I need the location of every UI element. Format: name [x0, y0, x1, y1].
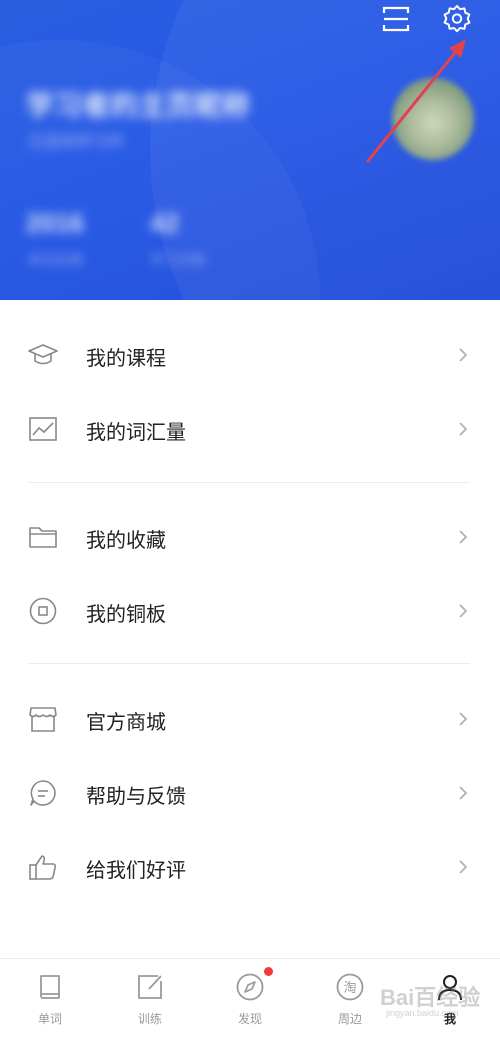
shop-icon: [29, 707, 57, 732]
edit-icon: [138, 975, 162, 999]
user-subtitle: 已坚持学习中: [28, 134, 125, 151]
stat-value[interactable]: 2016: [26, 208, 84, 239]
menu-item-label: 官方商城: [86, 710, 166, 734]
tab-words[interactable]: 单词: [0, 959, 100, 1039]
menu-item-label: 我的课程: [86, 346, 166, 370]
menu-item-label: 我的词汇量: [86, 420, 186, 444]
chart-trend-icon: [29, 417, 57, 441]
graduation-cap-icon: [28, 344, 58, 365]
stat-label: 单词总数: [28, 252, 84, 268]
svg-text:淘: 淘: [343, 981, 356, 996]
book-icon: [40, 975, 60, 999]
chevron-right-icon: [459, 422, 468, 436]
notification-badge: [264, 967, 273, 976]
menu-item-rate-us[interactable]: 给我们好评: [0, 830, 500, 904]
tab-label: 训练: [137, 1012, 162, 1026]
menu-item-help-feedback[interactable]: 帮助与反馈: [0, 756, 500, 830]
settings-gear-icon[interactable]: [442, 4, 472, 34]
menu-item-my-favorites[interactable]: 我的收藏: [0, 500, 500, 574]
menu-item-label: 帮助与反馈: [86, 784, 186, 808]
thumbs-up-icon: [29, 855, 57, 880]
watermark-url: jingyan.baidu.com: [386, 1008, 459, 1018]
stat-value[interactable]: 42: [150, 208, 179, 239]
menu-item-my-courses[interactable]: 我的课程: [0, 318, 500, 392]
taobao-icon: 淘: [336, 973, 364, 1001]
chevron-right-icon: [459, 604, 468, 618]
scan-icon[interactable]: [381, 4, 411, 34]
tab-label: 发现: [237, 1012, 262, 1026]
menu-item-label: 给我们好评: [86, 858, 186, 882]
tab-training[interactable]: 训练: [100, 959, 200, 1039]
chat-bubble-icon: [30, 780, 56, 806]
stat-label: 学习天数: [150, 252, 206, 268]
avatar[interactable]: [392, 78, 474, 160]
folder-icon: [29, 527, 57, 548]
tab-discover[interactable]: 发现: [200, 959, 300, 1039]
menu-item-my-vocabulary[interactable]: 我的词汇量: [0, 392, 500, 466]
chevron-right-icon: [459, 712, 468, 726]
chevron-right-icon: [459, 786, 468, 800]
tab-label: 周边: [337, 1012, 362, 1026]
menu-item-official-store[interactable]: 官方商城: [0, 682, 500, 756]
chevron-right-icon: [459, 530, 468, 544]
chevron-right-icon: [459, 348, 468, 362]
chevron-right-icon: [459, 860, 468, 874]
compass-icon: [236, 973, 264, 1001]
coin-icon: [29, 597, 57, 625]
profile-header: 学习者的主页昵称 已坚持学习中 2016 单词总数 42 学习天数: [0, 0, 500, 300]
menu-item-label: 我的铜板: [86, 602, 166, 626]
tab-label: 单词: [37, 1012, 62, 1026]
section-divider: [28, 663, 470, 664]
menu-item-my-coins[interactable]: 我的铜板: [0, 574, 500, 648]
section-divider: [28, 482, 470, 483]
menu-item-label: 我的收藏: [86, 528, 166, 552]
username[interactable]: 学习者的主页昵称: [26, 84, 250, 124]
